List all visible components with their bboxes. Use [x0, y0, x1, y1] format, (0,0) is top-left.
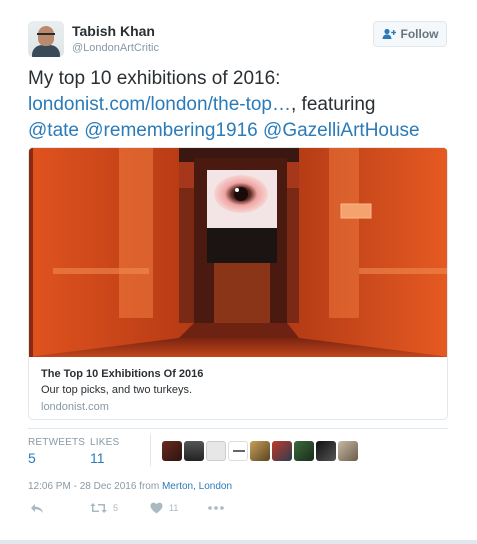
user-name[interactable]: Tabish Khan — [72, 23, 155, 39]
liker-avatar[interactable] — [338, 441, 358, 461]
reply-button[interactable] — [30, 502, 44, 514]
tweet-text-line-1: My top 10 exhibitions of 2016: — [28, 68, 281, 89]
timestamp-location[interactable]: Merton, London — [162, 481, 232, 492]
follow-button[interactable]: Follow — [373, 21, 447, 47]
mention-remembering1916[interactable]: @remembering1916 — [84, 120, 258, 141]
liker-avatar[interactable] — [228, 441, 248, 461]
follow-button-label: Follow — [400, 27, 439, 41]
avatar-glasses — [37, 33, 55, 39]
heart-icon — [150, 502, 163, 514]
like-button[interactable]: 11 — [150, 502, 178, 514]
card-title: The Top 10 Exhibitions Of 2016 — [41, 368, 204, 380]
retweets-count[interactable]: 5 — [28, 450, 36, 466]
tweet-text: My top 10 exhibitions of 2016: londonist… — [28, 66, 458, 144]
tweet-timestamp: 12:06 PM - 28 Dec 2016 from Merton, Lond… — [28, 481, 232, 492]
likes-label: LIKES — [90, 437, 120, 448]
liker-avatar[interactable] — [272, 441, 292, 461]
like-action-count: 11 — [169, 503, 179, 513]
likes-count[interactable]: 11 — [90, 450, 105, 466]
liker-avatar[interactable] — [206, 441, 226, 461]
liker-avatar[interactable] — [250, 441, 270, 461]
reply-icon — [31, 504, 43, 513]
timestamp-text: 12:06 PM - 28 Dec 2016 from — [28, 481, 162, 492]
add-user-icon — [382, 28, 396, 39]
liker-avatar[interactable] — [316, 441, 336, 461]
card-domain: londonist.com — [41, 401, 109, 413]
tweet-mentions: @tate @remembering1916 @GazelliArtHouse — [28, 118, 458, 144]
retweet-icon — [90, 503, 107, 513]
card-image — [29, 148, 447, 357]
stats-separator — [150, 434, 151, 466]
user-handle[interactable]: @LondonArtCritic — [72, 42, 159, 54]
more-button[interactable] — [208, 506, 224, 510]
mention-gazelliarthouse[interactable]: @GazelliArtHouse — [263, 120, 420, 141]
avatar-body — [32, 45, 60, 57]
card-description: Our top picks, and two turkeys. — [41, 384, 193, 396]
tweet-link[interactable]: londonist.com/london/the-top… — [28, 94, 291, 115]
tweet-actions: 5 11 — [28, 502, 448, 520]
retweet-action-count: 5 — [113, 503, 119, 513]
liker-avatar-mark — [233, 450, 245, 452]
divider-top — [28, 428, 448, 429]
retweets-label: RETWEETS — [28, 437, 86, 448]
tweet-text-line-2: londonist.com/london/the-top…, featuring — [28, 92, 458, 118]
retweet-button[interactable]: 5 — [90, 502, 118, 514]
more-icon — [208, 506, 224, 510]
liker-avatar[interactable] — [162, 441, 182, 461]
link-card[interactable]: The Top 10 Exhibitions Of 2016 Our top p… — [28, 147, 448, 420]
liker-avatar[interactable] — [184, 441, 204, 461]
avatar[interactable] — [28, 21, 64, 57]
mention-tate[interactable]: @tate — [28, 120, 79, 141]
bottom-border — [0, 540, 477, 544]
liker-avatar[interactable] — [294, 441, 314, 461]
tweet-container: Tabish Khan @LondonArtCritic Follow My t… — [0, 0, 477, 544]
tweet-link-suffix: , featuring — [291, 94, 376, 115]
